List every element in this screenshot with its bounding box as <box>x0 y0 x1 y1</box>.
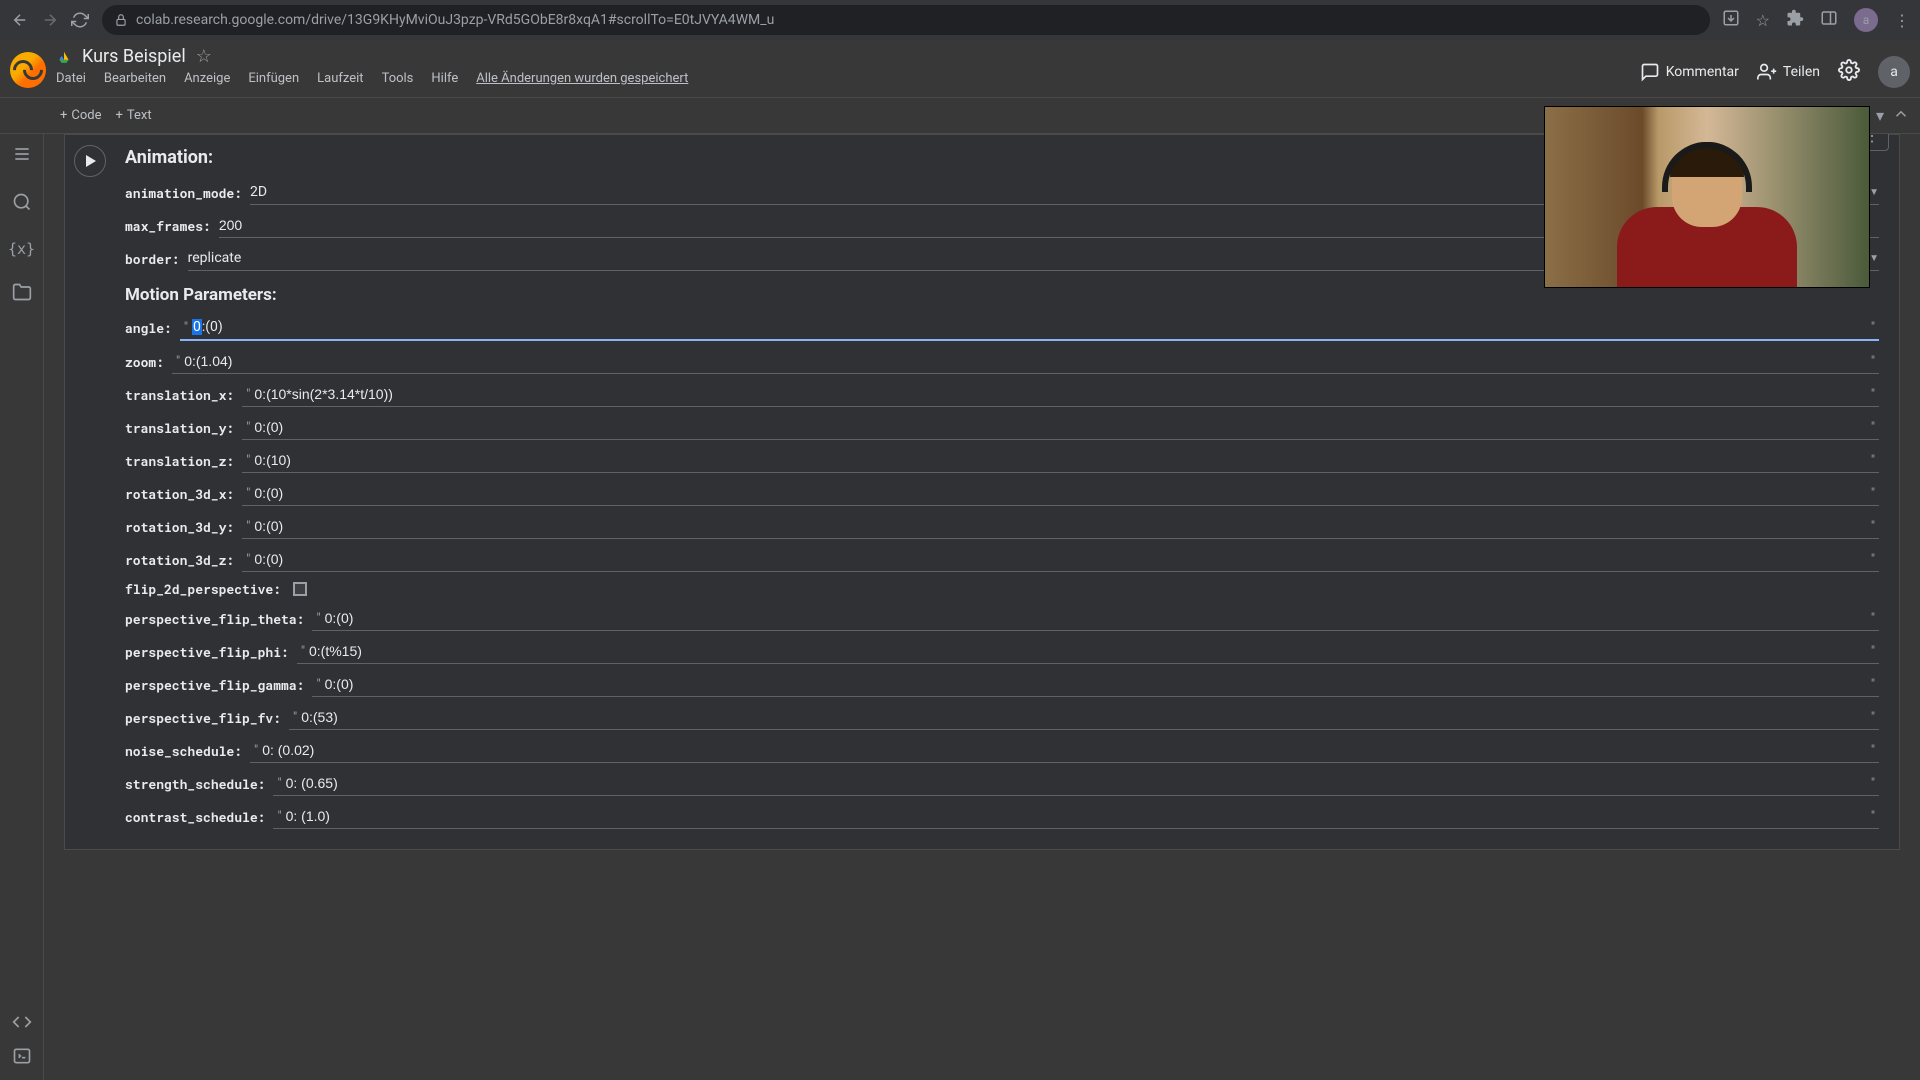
zoom-field[interactable]: " " <box>172 349 1879 374</box>
perspective-flip-gamma-field[interactable]: " " <box>312 672 1879 697</box>
share-icon <box>1757 62 1777 82</box>
terminal-icon[interactable] <box>12 1046 32 1070</box>
forward-icon[interactable] <box>40 10 60 30</box>
translation-z-field[interactable]: " " <box>242 448 1879 473</box>
connect-dropdown-icon[interactable]: ▾ <box>1876 106 1884 125</box>
perspective-flip-phi-field[interactable]: " " <box>297 639 1879 664</box>
translation-x-input[interactable] <box>254 386 1866 402</box>
section-motion-title: Motion Parameters: <box>125 285 1879 305</box>
rotation-3d-y-field[interactable]: " " <box>242 514 1879 539</box>
perspective-flip-phi-input[interactable] <box>309 643 1867 659</box>
doc-title[interactable]: Kurs Beispiel <box>82 46 186 67</box>
webcam-overlay <box>1544 106 1870 288</box>
variables-icon[interactable]: {x} <box>8 240 35 258</box>
bookmark-star-icon[interactable]: ☆ <box>1756 11 1770 30</box>
share-button[interactable]: Teilen <box>1757 62 1820 82</box>
url-bar[interactable]: colab.research.google.com/drive/13G9KHyM… <box>102 5 1710 35</box>
star-icon[interactable]: ☆ <box>196 46 212 67</box>
code-snippets-icon[interactable] <box>12 1012 32 1036</box>
menu-bar: Datei Bearbeiten Anzeige Einfügen Laufze… <box>56 71 1630 86</box>
run-cell-button[interactable] <box>74 145 106 177</box>
drive-icon <box>56 50 72 64</box>
translation-y-input[interactable] <box>254 419 1866 435</box>
browser-bar: colab.research.google.com/drive/13G9KHyM… <box>0 0 1920 40</box>
angle-label: angle: <box>125 319 172 337</box>
folder-icon[interactable] <box>12 282 32 306</box>
add-text-button[interactable]: +Text <box>116 108 152 123</box>
perspective-flip-fv-label: perspective_flip_fv: <box>125 709 281 727</box>
lock-icon <box>114 13 128 27</box>
menu-datei[interactable]: Datei <box>56 71 86 86</box>
menu-laufzeit[interactable]: Laufzeit <box>317 71 363 86</box>
rotation-3d-y-input[interactable] <box>254 518 1866 534</box>
zoom-label: zoom: <box>125 353 164 371</box>
contrast-schedule-label: contrast_schedule: <box>125 808 265 826</box>
menu-einfuegen[interactable]: Einfügen <box>248 71 299 86</box>
user-avatar[interactable]: a <box>1878 56 1910 88</box>
perspective-flip-gamma-label: perspective_flip_gamma: <box>125 676 304 694</box>
contrast-schedule-field[interactable]: " " <box>273 804 1879 829</box>
menu-anzeige[interactable]: Anzeige <box>184 71 230 86</box>
reload-icon[interactable] <box>70 10 90 30</box>
perspective-flip-fv-input[interactable] <box>301 709 1867 725</box>
chevron-down-icon: ▼ <box>1869 253 1879 264</box>
comment-icon <box>1640 62 1660 82</box>
flip-2d-perspective-checkbox[interactable] <box>293 582 307 596</box>
max-frames-label: max_frames: <box>125 217 211 235</box>
flip-2d-perspective-label: flip_2d_perspective: <box>125 580 281 598</box>
translation-y-label: translation_y: <box>125 419 234 437</box>
extensions-icon[interactable] <box>1786 9 1804 31</box>
animation-mode-label: animation_mode: <box>125 184 242 202</box>
strength-schedule-label: strength_schedule: <box>125 775 265 793</box>
menu-tools[interactable]: Tools <box>382 71 414 86</box>
translation-y-field[interactable]: " " <box>242 415 1879 440</box>
perspective-flip-phi-label: perspective_flip_phi: <box>125 643 289 661</box>
perspective-flip-theta-label: perspective_flip_theta: <box>125 610 304 628</box>
sidebar: {x} <box>0 134 44 1080</box>
rotation-3d-z-input[interactable] <box>254 551 1866 567</box>
url-text: colab.research.google.com/drive/13G9KHyM… <box>136 12 774 28</box>
colab-logo-icon[interactable] <box>10 52 46 88</box>
rotation-3d-x-label: rotation_3d_x: <box>125 485 234 503</box>
menu-hilfe[interactable]: Hilfe <box>431 71 458 86</box>
toggle-header-icon[interactable] <box>1892 105 1910 127</box>
save-status[interactable]: Alle Änderungen wurden gespeichert <box>476 71 688 86</box>
gear-icon[interactable] <box>1838 59 1860 85</box>
translation-z-input[interactable] <box>254 452 1866 468</box>
add-code-button[interactable]: +Code <box>60 108 102 123</box>
perspective-flip-gamma-input[interactable] <box>325 676 1867 692</box>
browser-menu-icon[interactable]: ⋮ <box>1894 11 1910 30</box>
rotation-3d-y-label: rotation_3d_y: <box>125 518 234 536</box>
noise-schedule-input[interactable] <box>262 742 1867 758</box>
perspective-flip-fv-field[interactable]: " " <box>289 705 1879 730</box>
rotation-3d-x-field[interactable]: " " <box>242 481 1879 506</box>
strength-schedule-field[interactable]: " " <box>273 771 1879 796</box>
comment-button[interactable]: Kommentar <box>1640 62 1739 82</box>
perspective-flip-theta-field[interactable]: " " <box>312 606 1879 631</box>
angle-field[interactable]: " 0:(0) " <box>180 315 1879 341</box>
translation-x-label: translation_x: <box>125 386 234 404</box>
noise-schedule-label: noise_schedule: <box>125 742 242 760</box>
colab-header: Kurs Beispiel ☆ Datei Bearbeiten Anzeige… <box>0 40 1920 98</box>
noise-schedule-field[interactable]: " " <box>250 738 1879 763</box>
contrast-schedule-input[interactable] <box>286 808 1867 824</box>
translation-z-label: translation_z: <box>125 452 234 470</box>
search-icon[interactable] <box>12 192 32 216</box>
rotation-3d-z-field[interactable]: " " <box>242 547 1879 572</box>
zoom-input[interactable] <box>184 353 1867 369</box>
toc-icon[interactable] <box>12 144 32 168</box>
install-icon[interactable] <box>1722 9 1740 31</box>
side-panel-icon[interactable] <box>1820 9 1838 31</box>
rotation-3d-z-label: rotation_3d_z: <box>125 551 234 569</box>
rotation-3d-x-input[interactable] <box>254 485 1866 501</box>
back-icon[interactable] <box>10 10 30 30</box>
perspective-flip-theta-input[interactable] <box>325 610 1867 626</box>
browser-avatar[interactable]: a <box>1854 8 1878 32</box>
chevron-down-icon: ▼ <box>1869 187 1879 198</box>
menu-bearbeiten[interactable]: Bearbeiten <box>104 71 166 86</box>
translation-x-field[interactable]: " " <box>242 382 1879 407</box>
strength-schedule-input[interactable] <box>286 775 1867 791</box>
border-label: border: <box>125 250 180 268</box>
